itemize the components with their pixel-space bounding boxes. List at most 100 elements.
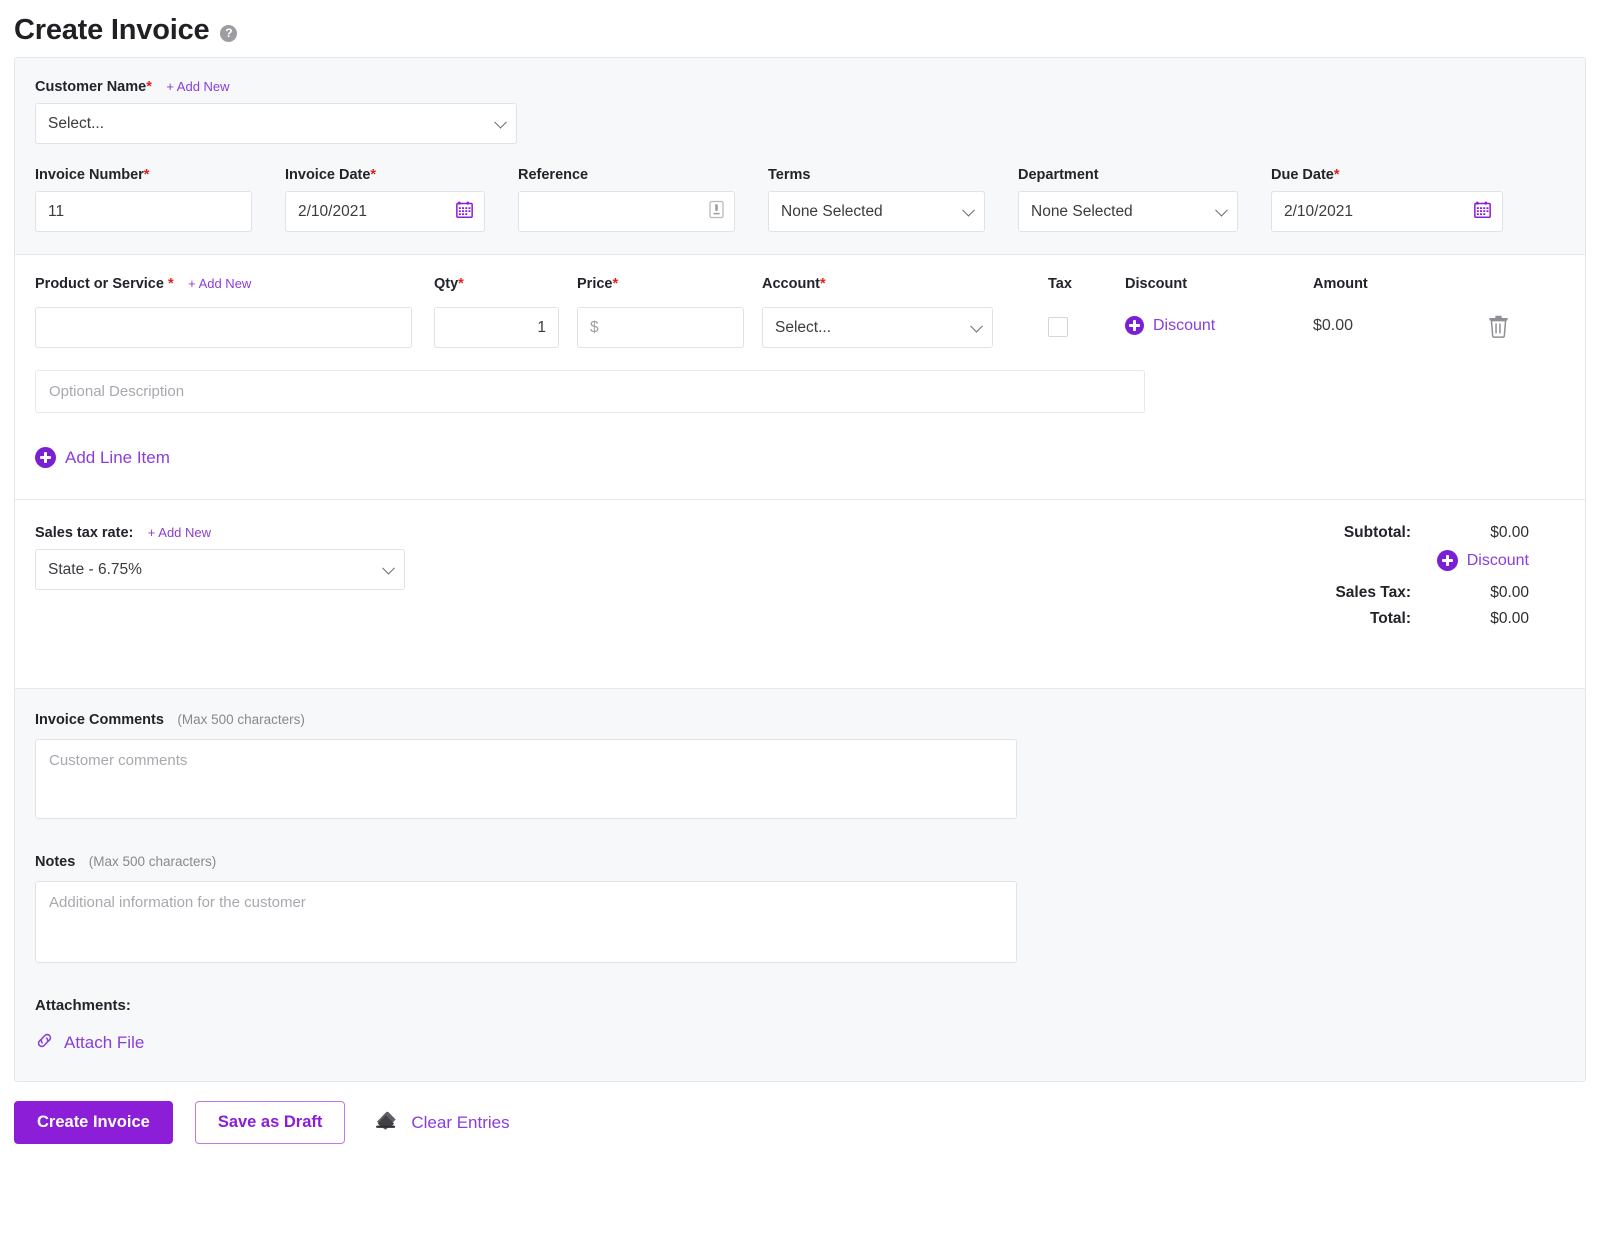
add-line-item-label: Add Line Item [65, 447, 170, 467]
due-date-label: Due Date* [1271, 167, 1340, 183]
customer-add-new-link[interactable]: + Add New [166, 79, 229, 94]
sales-tax-rate-select[interactable]: State - 6.75% [35, 549, 405, 590]
invoice-fields-grid: Invoice Number* 11 Invoice Date* 2/10/20… [35, 166, 1565, 232]
invoice-comments-placeholder: Customer comments [49, 752, 188, 769]
calendar-icon[interactable] [1474, 201, 1491, 223]
amount-label: Amount [1313, 276, 1368, 292]
notes-textarea[interactable]: Additional information for the customer [35, 881, 1017, 963]
totals-summary: Subtotal: $0.00 Discount Sales Tax: $0.0… [1239, 524, 1529, 628]
totals-discount-label: Discount [1466, 551, 1529, 569]
line-description-placeholder: Optional Description [49, 383, 185, 400]
terms-value: None Selected [781, 202, 883, 220]
invoice-date-group: Invoice Date* 2/10/2021 [285, 166, 518, 232]
invoice-date-input[interactable]: 2/10/2021 [285, 191, 485, 232]
customer-name-select[interactable]: Select... [35, 103, 517, 144]
attach-file-label: Attach File [64, 1033, 145, 1052]
customer-name-group: Customer Name* + Add New Select... [35, 78, 517, 144]
chevron-down-icon [962, 203, 975, 217]
line-discount-button[interactable]: Discount [1125, 316, 1215, 335]
help-circle-icon[interactable]: ? [220, 24, 238, 42]
page-title: Create Invoice [14, 14, 210, 46]
terms-select[interactable]: None Selected [768, 191, 985, 232]
note-icon[interactable] [709, 200, 724, 223]
add-line-item-button[interactable]: Add Line Item [35, 447, 170, 468]
create-invoice-page: Create Invoice ? Customer Name* + Add Ne… [0, 0, 1600, 1248]
create-invoice-button[interactable]: Create Invoice [14, 1101, 173, 1144]
plus-circle-icon [1436, 550, 1458, 571]
attachments-group: Attachments: Attach File [35, 997, 1565, 1055]
save-as-draft-button[interactable]: Save as Draft [194, 1101, 346, 1144]
price-label: Price* [577, 276, 619, 292]
invoice-comments-label: Invoice Comments [35, 712, 164, 728]
tax-label: Tax [1048, 276, 1072, 292]
department-select[interactable]: None Selected [1018, 191, 1238, 232]
terms-group: Terms None Selected [768, 166, 1018, 232]
product-add-new-link[interactable]: + Add New [188, 276, 251, 291]
price-input[interactable]: $ [577, 307, 744, 348]
sales-tax-add-new-link[interactable]: + Add New [148, 525, 211, 540]
customer-name-label: Customer Name* [35, 79, 152, 95]
notes-group: Notes (Max 500 characters) Additional in… [35, 853, 1565, 963]
trash-icon[interactable] [1488, 315, 1509, 342]
qty-label: Qty* [434, 276, 464, 292]
sales-tax-rate-label: Sales tax rate: [35, 525, 134, 541]
discount-header: Discount [1125, 275, 1313, 293]
due-date-value: 2/10/2021 [1284, 202, 1353, 220]
qty-value: 1 [537, 318, 546, 336]
notes-placeholder: Additional information for the customer [49, 894, 306, 911]
clear-entries-label: Clear Entries [411, 1112, 510, 1132]
department-value: None Selected [1031, 202, 1133, 220]
invoice-number-group: Invoice Number* 11 [35, 166, 285, 232]
due-date-group: Due Date* 2/10/2021 [1271, 166, 1503, 232]
invoice-number-input[interactable]: 11 [35, 191, 252, 232]
comments-section: Invoice Comments (Max 500 characters) Cu… [15, 689, 1585, 1081]
line-items-section: Product or Service * + Add New Qty* Pric… [15, 255, 1585, 500]
sales-tax-value: $0.00 [1490, 584, 1529, 601]
price-header: Price* [577, 275, 744, 293]
discount-label: Discount [1125, 276, 1188, 292]
plus-circle-icon [1125, 316, 1144, 335]
invoice-form-card: Customer Name* + Add New Select... Invoi… [14, 57, 1586, 1082]
total-label: Total: [1369, 610, 1411, 627]
invoice-date-value: 2/10/2021 [298, 202, 367, 220]
form-footer: Create Invoice Save as Draft Clear Entri… [0, 1082, 1600, 1144]
attachments-label: Attachments: [35, 997, 131, 1014]
terms-label: Terms [768, 167, 811, 183]
invoice-comments-max-note: (Max 500 characters) [177, 712, 305, 727]
invoice-number-value: 11 [48, 202, 65, 220]
invoice-comments-textarea[interactable]: Customer comments [35, 739, 1017, 819]
invoice-header-section: Customer Name* + Add New Select... Invoi… [15, 58, 1585, 255]
clear-entries-button[interactable]: Clear Entries [375, 1111, 510, 1135]
invoice-comments-group: Invoice Comments (Max 500 characters) Cu… [35, 711, 1565, 819]
customer-name-value: Select... [48, 114, 104, 132]
product-input[interactable] [35, 307, 412, 348]
qty-input[interactable]: 1 [434, 307, 559, 348]
account-select[interactable]: Select... [762, 307, 993, 348]
totals-discount-button[interactable]: Discount [1436, 550, 1529, 571]
link-chain-icon [35, 1031, 54, 1055]
attach-file-button[interactable]: Attach File [35, 1031, 144, 1055]
account-header: Account* [762, 275, 993, 293]
total-value: $0.00 [1490, 610, 1529, 627]
totals-section: Sales tax rate: + Add New State - 6.75% … [15, 500, 1585, 689]
account-label: Account* [762, 276, 826, 292]
line-description-input[interactable]: Optional Description [35, 370, 1145, 413]
calendar-icon[interactable] [456, 201, 473, 223]
product-label: Product or Service * [35, 276, 174, 292]
reference-input[interactable] [518, 191, 735, 232]
due-date-input[interactable]: 2/10/2021 [1271, 191, 1503, 232]
tax-checkbox[interactable] [1048, 317, 1068, 337]
invoice-number-label: Invoice Number* [35, 167, 150, 183]
chevron-down-icon [494, 115, 507, 129]
sales-tax-rate-value: State - 6.75% [48, 560, 142, 578]
product-header: Product or Service * + Add New [35, 275, 412, 293]
account-value: Select... [775, 318, 831, 336]
department-label: Department [1018, 167, 1099, 183]
line-items-header-row: Product or Service * + Add New Qty* Pric… [35, 275, 1565, 293]
notes-max-note: (Max 500 characters) [88, 854, 217, 869]
reference-label: Reference [518, 167, 589, 183]
reference-group: Reference [518, 166, 768, 232]
customer-name-label-row: Customer Name* + Add New [35, 78, 517, 103]
table-row: 1 $ Select... Discount $0.00 [35, 307, 1565, 348]
chevron-down-icon [382, 561, 395, 575]
